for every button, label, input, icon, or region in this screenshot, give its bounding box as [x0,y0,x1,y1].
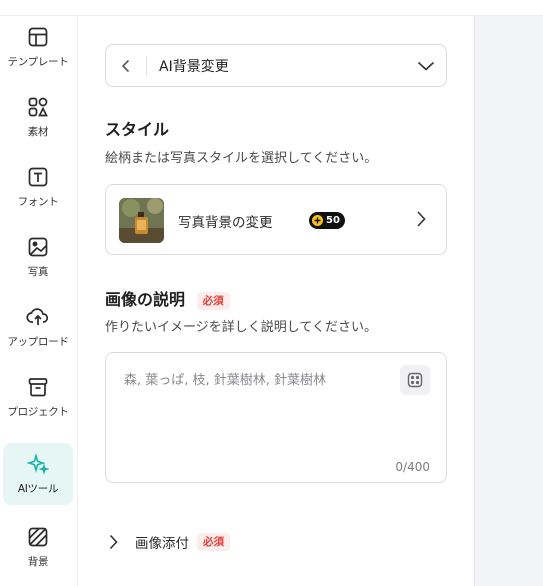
style-thumbnail [119,198,164,243]
top-bar [0,0,543,16]
sidebar-item-label: フォント [17,196,59,208]
credit-count: 50 [326,215,340,226]
prompt-section-title: 画像の説明 必須 [105,286,230,310]
chevron-right-icon [105,534,121,550]
required-badge: 必須 [197,533,230,551]
sidebar-item-ai-tools[interactable]: AIツール [3,443,73,505]
image-attach-toggle[interactable]: 画像添付 必須 [105,528,230,556]
style-section-title: スタイル [105,120,170,139]
left-sidebar: テンプレート 素材 フォント 写真 アップロード プロジェクト AIツール 背景 [0,16,78,586]
elements-icon [26,95,50,119]
image-attach-label: 画像添付 [135,536,189,552]
upload-icon [26,305,50,329]
project-icon [26,375,50,399]
background-icon [26,525,50,549]
sidebar-item-font[interactable]: フォント [3,156,73,218]
credit-badge: 50 [309,212,345,229]
text-icon [26,165,50,189]
sidebar-item-template[interactable]: テンプレート [3,16,73,78]
ai-sparkle-icon [26,452,50,476]
required-badge: 必須 [196,291,230,310]
canvas-area [474,16,543,586]
back-chevron-icon[interactable] [106,45,146,86]
prompt-placeholder: 森, 葉っぱ, 枝, 針葉樹林, 針葉樹林 [124,373,327,388]
sidebar-item-project[interactable]: プロジェクト [3,366,73,428]
sidebar-item-background[interactable]: 背景 [3,516,73,578]
sidebar-item-upload[interactable]: アップロード [3,296,73,358]
tool-select-value: AI背景変更 [159,58,229,75]
sidebar-item-label: AIツール [17,483,59,495]
random-prompt-button[interactable] [400,365,430,395]
photo-icon [26,235,50,259]
char-counter: 0/400 [395,460,430,474]
dice-icon [407,372,423,388]
chevron-right-icon [416,210,426,232]
style-card-name: 写真背景の変更 [178,215,273,231]
sidebar-item-elements[interactable]: 素材 [3,86,73,148]
tool-select[interactable]: AI背景変更 [105,44,447,87]
prompt-section-title-text: 画像の説明 [105,290,186,309]
prompt-textarea[interactable]: 森, 葉っぱ, 枝, 針葉樹林, 針葉樹林 0/400 [105,352,447,483]
sidebar-item-label: 写真 [27,266,49,278]
sidebar-item-photo[interactable]: 写真 [3,226,73,288]
style-section-description: 絵柄または写真スタイルを選択してください。 [105,151,378,166]
sidebar-item-label: アップロード [7,336,69,348]
style-card[interactable]: 写真背景の変更 50 [105,184,447,255]
sidebar-item-label: 素材 [27,126,49,138]
coin-icon [312,215,323,226]
sidebar-item-label: 背景 [27,556,49,568]
template-icon [26,25,50,49]
ai-tool-panel: AI背景変更 スタイル 絵柄または写真スタイルを選択してください。 写真背景の変… [78,16,474,586]
chevron-down-icon [406,61,446,71]
sidebar-item-label: テンプレート [7,56,69,68]
prompt-section-description: 作りたいイメージを詳しく説明してください。 [105,320,377,335]
sidebar-item-label: プロジェクト [7,406,69,418]
